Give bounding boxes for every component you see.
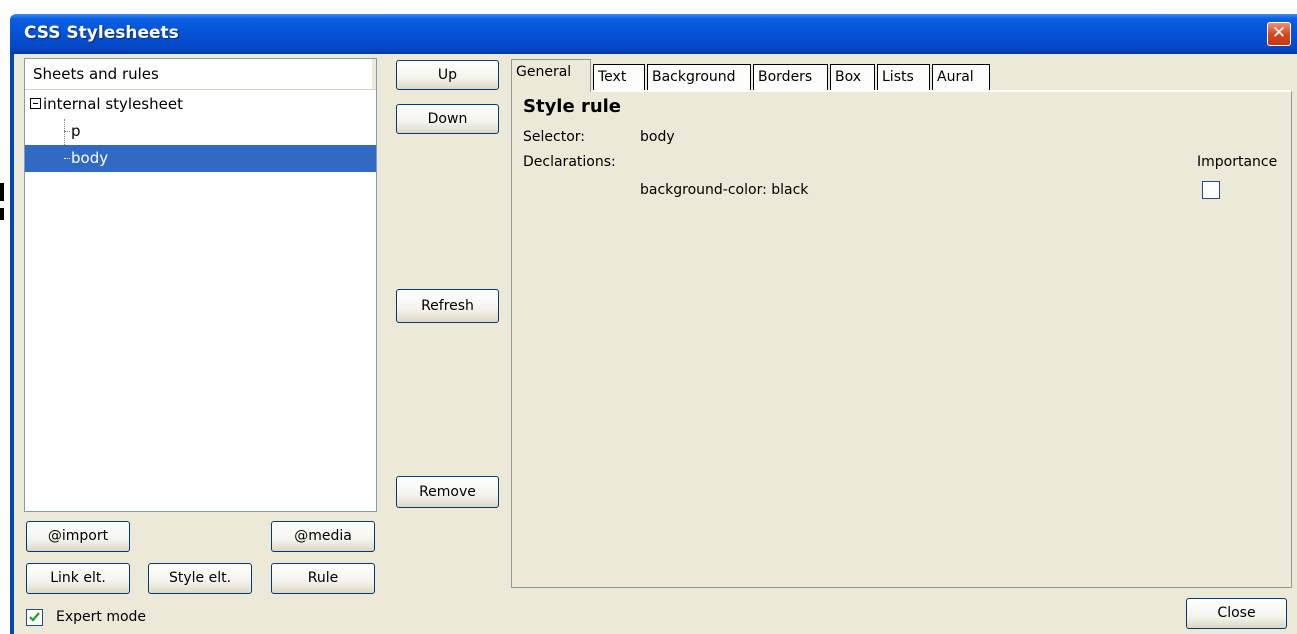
header-divider (372, 59, 376, 89)
tree-item-p[interactable]: p (25, 118, 376, 145)
style-elt-button[interactable]: Style elt. (148, 563, 252, 594)
tree-connector (64, 131, 70, 132)
sheets-tree-header: Sheets and rules (25, 59, 376, 90)
tab-general[interactable]: General (511, 59, 591, 92)
tree-item-label: internal stylesheet (43, 95, 183, 113)
collapse-icon[interactable] (30, 98, 41, 109)
window-title: CSS Stylesheets (24, 23, 179, 43)
importance-label: Importance (1197, 154, 1278, 170)
close-window-icon[interactable]: ✕ (1267, 22, 1291, 46)
tree-item-internal-stylesheet[interactable]: internal stylesheet (25, 91, 376, 118)
tree-item-body[interactable]: body (25, 145, 376, 172)
window-edge-mark (0, 183, 4, 201)
sheets-tree[interactable]: Sheets and rules internal stylesheet p b… (24, 58, 377, 512)
tab-lists[interactable]: Lists (877, 64, 930, 90)
selector-label: Selector: (523, 129, 585, 145)
up-button[interactable]: Up (396, 60, 499, 90)
tab-borders[interactable]: Borders (753, 64, 828, 90)
expert-mode-label: Expert mode (56, 609, 147, 625)
general-tab-panel (511, 90, 1292, 588)
tree-item-label: p (71, 122, 81, 140)
rule-button[interactable]: Rule (271, 563, 375, 594)
tab-aural[interactable]: Aural (932, 64, 990, 90)
title-bar: CSS Stylesheets ✕ (10, 14, 1297, 54)
sheets-tree-header-label: Sheets and rules (33, 65, 159, 83)
style-rule-heading: Style rule (523, 96, 622, 117)
import-button[interactable]: @import (26, 521, 130, 552)
tab-text[interactable]: Text (593, 64, 645, 90)
tree-item-label: body (71, 149, 109, 167)
remove-button[interactable]: Remove (396, 476, 499, 508)
selector-value: body (640, 129, 675, 145)
media-button[interactable]: @media (271, 521, 375, 552)
tab-box[interactable]: Box (830, 64, 875, 90)
declarations-label: Declarations: (523, 154, 616, 170)
refresh-button[interactable]: Refresh (396, 289, 499, 323)
tree-connector (64, 158, 70, 159)
declaration-text: background-color: black (640, 182, 809, 198)
checkmark-icon (29, 612, 40, 622)
tab-background[interactable]: Background (647, 64, 751, 90)
close-button[interactable]: Close (1186, 598, 1287, 629)
importance-checkbox[interactable] (1202, 181, 1220, 199)
window-edge-mark (0, 208, 4, 220)
down-button[interactable]: Down (396, 104, 499, 134)
link-elt-button[interactable]: Link elt. (26, 563, 130, 594)
expert-mode-checkbox[interactable] (26, 609, 43, 626)
